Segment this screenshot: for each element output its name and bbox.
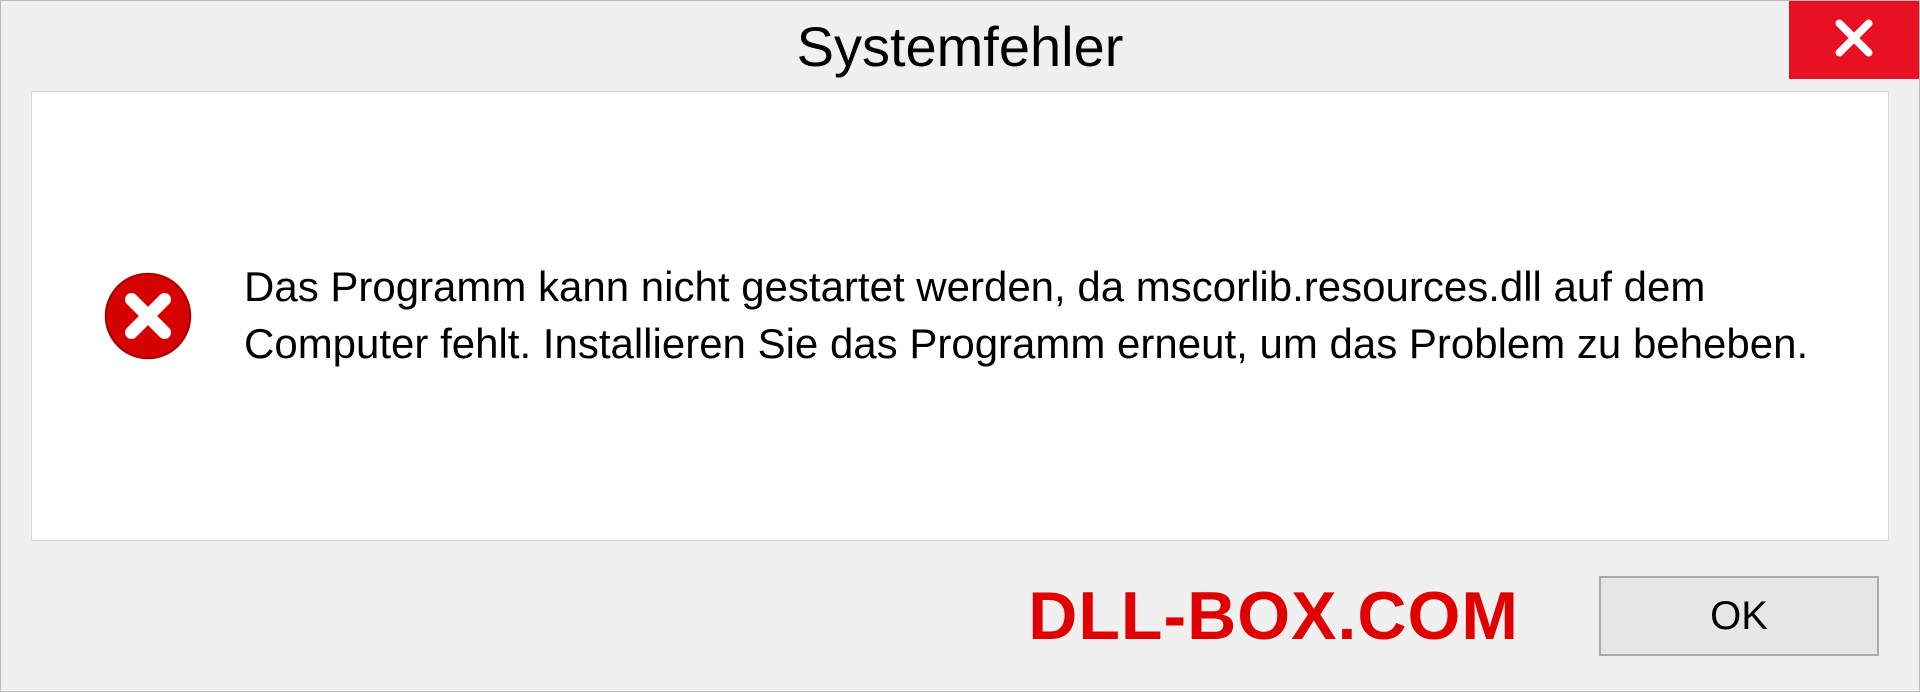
content-panel: Das Programm kann nicht gestartet werden… [31, 91, 1889, 541]
watermark-text: DLL-BOX.COM [1028, 577, 1519, 655]
close-button[interactable] [1789, 1, 1919, 79]
titlebar: Systemfehler [1, 1, 1919, 91]
error-icon [102, 270, 194, 362]
ok-button[interactable]: OK [1599, 576, 1879, 656]
close-icon [1832, 16, 1876, 65]
error-dialog: Systemfehler Das Programm kann nicht ges… [0, 0, 1920, 692]
ok-button-label: OK [1710, 594, 1768, 639]
dialog-footer: DLL-BOX.COM OK [1, 551, 1919, 691]
error-message: Das Programm kann nicht gestartet werden… [244, 259, 1818, 372]
dialog-title: Systemfehler [797, 14, 1124, 79]
